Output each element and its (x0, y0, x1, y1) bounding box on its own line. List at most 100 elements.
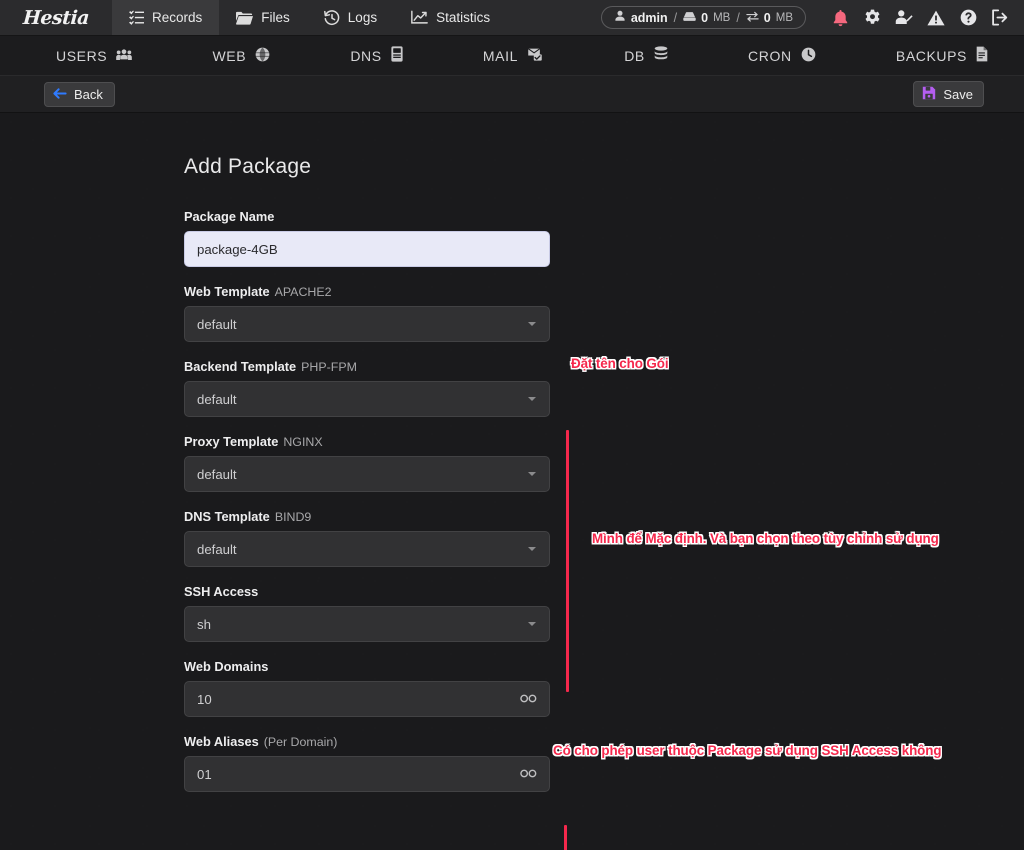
secondary-nav: USERS WEB DNS (0, 36, 1024, 76)
nav-item-files[interactable]: Files (219, 0, 307, 35)
field-dns-template: DNS Template BIND9 default (184, 509, 550, 567)
infinity-icon[interactable] (520, 767, 537, 782)
select-value: default (197, 317, 237, 332)
subnav-label: USERS (56, 48, 107, 64)
status-sep-2: / (736, 11, 739, 25)
select-value: sh (197, 617, 211, 632)
nav-item-logs[interactable]: Logs (307, 0, 394, 35)
subnav-item-dns[interactable]: DNS (350, 46, 402, 65)
label-suffix: BIND9 (275, 510, 312, 524)
subnav-label: WEB (212, 48, 246, 64)
checklist-icon (129, 10, 144, 25)
subnav-label: BACKUPS (896, 48, 967, 64)
subnav-label: MAIL (483, 48, 518, 64)
nav-item-label: Statistics (436, 10, 490, 25)
dns-template-select[interactable]: default (184, 531, 550, 567)
label-text: SSH Access (184, 584, 258, 599)
nav-item-statistics[interactable]: Statistics (394, 0, 507, 35)
chart-line-icon (411, 10, 428, 25)
backend-template-select[interactable]: default (184, 381, 550, 417)
users-group-icon (116, 48, 132, 64)
help-icon[interactable] (952, 0, 984, 36)
proxy-template-select[interactable]: default (184, 456, 550, 492)
input-value: 01 (197, 767, 212, 782)
subnav-item-users[interactable]: USERS (56, 48, 132, 64)
top-bar: Hestia Records (0, 0, 1024, 36)
server-icon (391, 46, 403, 65)
floppy-disk-icon (922, 86, 936, 102)
logout-icon[interactable] (984, 0, 1016, 36)
transfer-icon (746, 11, 759, 25)
user-icon (614, 10, 626, 25)
status-bandwidth-unit: MB (776, 12, 793, 24)
label-text: Proxy Template (184, 434, 278, 449)
ssh-access-select[interactable]: sh (184, 606, 550, 642)
label-text: Backend Template (184, 359, 296, 374)
infinity-icon[interactable] (520, 692, 537, 707)
back-button[interactable]: Back (44, 82, 115, 107)
chevron-down-icon (528, 472, 536, 476)
field-web-domains: Web Domains 10 (184, 659, 550, 717)
chevron-down-icon (528, 397, 536, 401)
subnav-label: CRON (748, 48, 792, 64)
subnav-item-web[interactable]: WEB (212, 47, 270, 65)
label-suffix: APACHE2 (275, 285, 332, 299)
action-toolbar: Back Save (0, 76, 1024, 113)
field-web-template: Web Template APACHE2 default (184, 284, 550, 342)
label-ssh-access: SSH Access (184, 584, 550, 599)
chevron-down-icon (528, 622, 536, 626)
label-text: Web Aliases (184, 734, 259, 749)
database-icon (654, 46, 668, 65)
nav-item-label: Logs (348, 10, 377, 25)
label-web-domains: Web Domains (184, 659, 550, 674)
package-name-input[interactable]: package-4GB (184, 231, 550, 267)
nav-item-records[interactable]: Records (112, 0, 219, 35)
mail-icon (527, 47, 544, 65)
label-text: Package Name (184, 209, 274, 224)
label-dns-template: DNS Template BIND9 (184, 509, 550, 524)
status-user: admin (631, 11, 668, 25)
select-value: default (197, 467, 237, 482)
clock-icon (801, 47, 816, 65)
label-proxy-template: Proxy TemplateNGINX (184, 434, 550, 449)
subnav-item-cron[interactable]: CRON (748, 47, 816, 65)
annotation-package-name: Đặt tên cho Gói (571, 355, 668, 372)
status-badge[interactable]: admin / 0 MB / 0 MB (601, 6, 806, 29)
label-text: DNS Template (184, 509, 270, 524)
folder-icon (236, 11, 253, 25)
status-disk-value: 0 (701, 11, 708, 25)
select-value: default (197, 392, 237, 407)
save-button-label: Save (943, 88, 973, 101)
history-icon (324, 10, 340, 26)
input-value: 10 (197, 692, 212, 707)
input-value: package-4GB (197, 242, 278, 257)
status-disk-unit: MB (713, 12, 730, 24)
field-package-name: Package Name package-4GB (184, 209, 550, 267)
web-aliases-input[interactable]: 01 (184, 756, 550, 792)
disk-icon (683, 11, 696, 25)
gear-icon[interactable] (856, 0, 888, 36)
label-suffix: PHP-FPM (301, 360, 357, 374)
field-backend-template: Backend Template PHP-FPM default (184, 359, 550, 417)
field-ssh-access: SSH Access sh (184, 584, 550, 642)
subnav-item-backups[interactable]: BACKUPS (896, 46, 988, 65)
warning-icon[interactable] (920, 0, 952, 36)
label-text: Web Template (184, 284, 270, 299)
save-button[interactable]: Save (913, 81, 984, 107)
primary-nav: Records Files Logs (112, 0, 507, 35)
web-domains-input[interactable]: 10 (184, 681, 550, 717)
package-form: Add Package Package Name package-4GB Web… (184, 113, 550, 809)
label-text: Web Domains (184, 659, 268, 674)
status-bandwidth-value: 0 (764, 11, 771, 25)
label-suffix: (Per Domain) (264, 735, 338, 749)
arrow-left-icon (53, 87, 67, 102)
web-template-select[interactable]: default (184, 306, 550, 342)
app-logo[interactable]: Hestia (0, 0, 112, 35)
notification-bell-icon[interactable] (824, 0, 856, 36)
page-title: Add Package (184, 155, 550, 179)
add-user-icon[interactable] (888, 0, 920, 36)
chevron-down-icon (528, 322, 536, 326)
globe-icon (255, 47, 270, 65)
subnav-item-mail[interactable]: MAIL (483, 47, 544, 65)
subnav-item-db[interactable]: DB (624, 46, 668, 65)
